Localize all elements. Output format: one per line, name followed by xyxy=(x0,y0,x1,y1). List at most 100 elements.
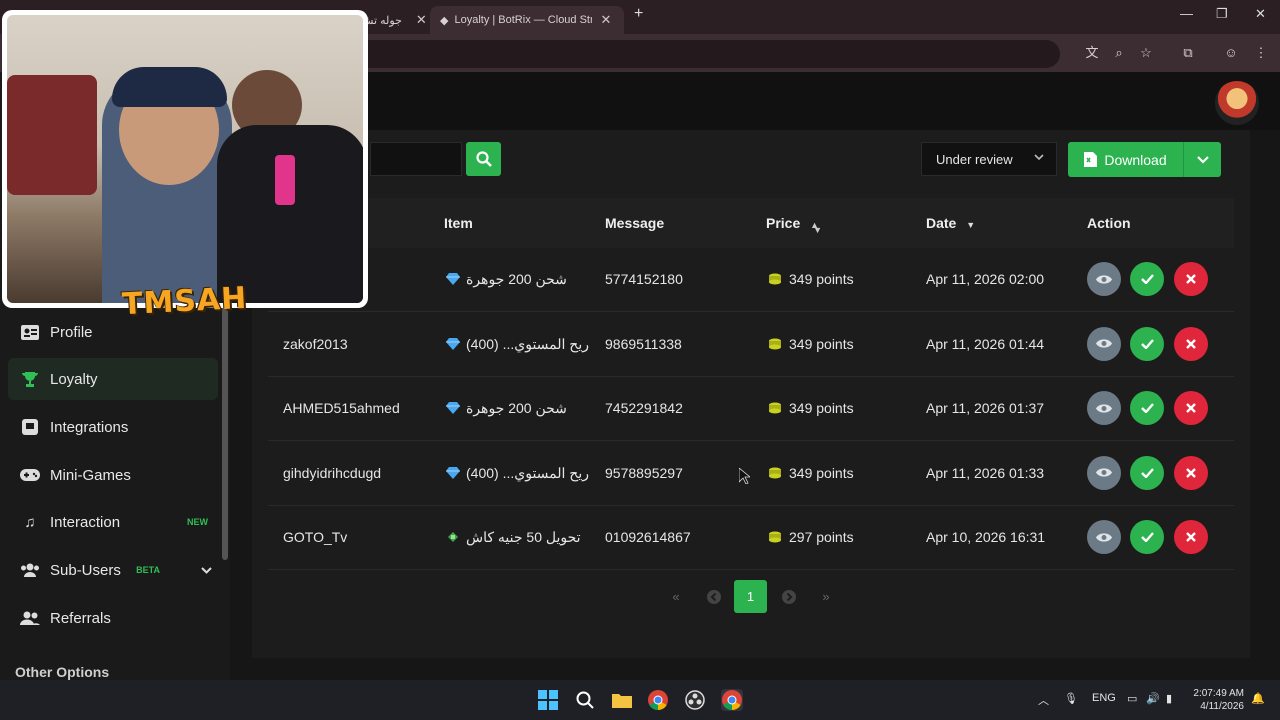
zoom-icon[interactable]: ⌕ xyxy=(1110,44,1128,62)
tmsah-logo: TMSAH xyxy=(121,280,249,323)
view-button[interactable] xyxy=(1087,455,1121,490)
new-tab-icon[interactable]: + xyxy=(634,5,643,23)
column-header-price[interactable]: Price ▲▼ xyxy=(766,215,828,235)
check-icon xyxy=(1140,403,1154,413)
sidebar-item-label: Sub-Users xyxy=(50,561,121,579)
cell-price-text: 349 points xyxy=(789,464,854,481)
sidebar-item-mini-games[interactable]: Mini-Games xyxy=(8,454,218,496)
profile-icon[interactable]: ☺ xyxy=(1222,44,1240,62)
cell-date-text: Apr 11, 2026 01:33 xyxy=(926,464,1045,481)
view-button[interactable] xyxy=(1087,262,1121,296)
eye-icon xyxy=(1096,468,1112,477)
view-button[interactable] xyxy=(1087,391,1121,425)
view-button[interactable] xyxy=(1087,520,1121,554)
tray-chevron-up-icon[interactable]: ︿ xyxy=(1038,692,1049,708)
new-badge: NEW xyxy=(187,517,208,527)
sidebar-item-label: Interaction xyxy=(50,513,121,531)
user-avatar[interactable] xyxy=(1215,81,1259,125)
file-explorer-icon[interactable] xyxy=(611,689,633,711)
x-icon xyxy=(1186,467,1196,478)
gem-icon xyxy=(446,273,460,285)
user-group-icon xyxy=(20,609,40,627)
maximize-icon[interactable]: ❐ xyxy=(1216,6,1228,22)
prev-page-button[interactable] xyxy=(704,580,724,613)
sidebar-item-loyalty[interactable]: Loyalty xyxy=(8,358,218,400)
browser-tab-inactive[interactable]: جوله تش ✕ xyxy=(360,6,427,34)
reject-button[interactable] xyxy=(1174,455,1208,490)
coins-icon xyxy=(769,531,781,543)
sort-icon: ▲▼ xyxy=(810,220,822,235)
chevron-down-icon[interactable] xyxy=(201,562,212,579)
menu-icon[interactable]: ⋮ xyxy=(1252,44,1270,62)
reject-button[interactable] xyxy=(1174,520,1208,554)
approve-button[interactable] xyxy=(1130,520,1164,554)
notification-bell-icon[interactable]: 🔔 xyxy=(1251,692,1265,705)
sidebar-item-label: Profile xyxy=(50,323,93,341)
cell-price: 349 points xyxy=(768,271,854,287)
last-page-button[interactable]: » xyxy=(816,580,836,613)
cell-price: 349 points xyxy=(768,465,854,481)
minimize-icon[interactable]: — xyxy=(1180,6,1193,21)
approve-button[interactable] xyxy=(1130,262,1164,296)
cell-item: شحن 200 جوهرة xyxy=(446,271,567,288)
view-button[interactable] xyxy=(1087,326,1121,361)
reject-button[interactable] xyxy=(1174,391,1208,425)
extensions-icon[interactable]: ⧉ xyxy=(1179,44,1197,62)
trophy-icon xyxy=(20,370,40,388)
network-icon[interactable]: ▭ xyxy=(1127,692,1137,705)
chevron-down-icon xyxy=(1196,155,1209,164)
tab-title: Loyalty | BotRix — Cloud Strean xyxy=(454,14,593,26)
volume-icon[interactable]: 🔊 xyxy=(1146,692,1160,705)
column-header-price-label: Price xyxy=(766,215,801,231)
reject-button[interactable] xyxy=(1174,262,1208,296)
sidebar-item-sub-users[interactable]: Sub-Users BETA xyxy=(8,549,218,591)
sidebar-item-referrals[interactable]: Referrals xyxy=(8,597,218,639)
cell-price-text: 297 points xyxy=(789,529,854,545)
clock[interactable]: 2:07:49 AM 4/11/2026 xyxy=(1192,687,1244,713)
first-page-button[interactable]: « xyxy=(666,580,686,613)
cell-user-text: GOTO_Tv xyxy=(283,529,348,545)
reject-button[interactable] xyxy=(1174,326,1208,361)
translate-icon[interactable]: 文 xyxy=(1083,44,1101,62)
microphone-icon[interactable]: 🎙 xyxy=(1064,692,1078,705)
close-tab-icon[interactable]: ✕ xyxy=(600,12,611,28)
search-icon[interactable] xyxy=(574,689,596,711)
excel-file-icon xyxy=(1084,152,1098,167)
cell-user: zakof2013 xyxy=(283,336,348,352)
close-window-icon[interactable]: ✕ xyxy=(1255,6,1266,22)
chrome-active-icon[interactable] xyxy=(721,689,743,711)
approve-button[interactable] xyxy=(1130,391,1164,425)
cell-date: Apr 11, 2026 01:37 xyxy=(926,400,1044,416)
search-input[interactable] xyxy=(370,142,462,176)
search-button[interactable] xyxy=(466,142,501,176)
sidebar-item-integrations[interactable]: Integrations xyxy=(8,406,218,448)
cell-message-text: 9578895297 xyxy=(605,464,683,481)
url-input[interactable] xyxy=(330,40,1060,68)
column-header-date[interactable]: Date ▼ xyxy=(926,215,975,231)
chrome-icon[interactable] xyxy=(647,689,669,711)
page-button-current[interactable]: 1 xyxy=(734,580,767,613)
close-tab-icon[interactable]: ✕ xyxy=(416,12,427,28)
sidebar-scrollbar[interactable] xyxy=(222,300,228,560)
browser-tab-active[interactable]: ◆ Loyalty | BotRix — Cloud Strean ✕ xyxy=(430,6,624,34)
language-indicator[interactable]: ENG xyxy=(1092,692,1116,704)
cell-date-text: Apr 10, 2026 16:31 xyxy=(926,529,1046,545)
windows-start-icon[interactable] xyxy=(537,689,559,711)
obs-icon[interactable] xyxy=(684,689,706,711)
x-icon xyxy=(1186,403,1196,413)
cell-user: AHMED515ahmed xyxy=(283,400,400,416)
next-page-button[interactable] xyxy=(779,580,799,613)
eye-icon xyxy=(1096,339,1112,348)
eye-icon xyxy=(1096,532,1112,542)
sidebar-item-label: Referrals xyxy=(50,609,111,627)
status-filter-select[interactable]: Under review xyxy=(921,142,1057,176)
approve-button[interactable] xyxy=(1130,455,1164,490)
battery-icon[interactable]: ▮ xyxy=(1166,692,1172,705)
download-button[interactable]: Download xyxy=(1068,142,1183,177)
sidebar-item-interaction[interactable]: ♫ Interaction NEW xyxy=(8,501,218,543)
cell-price-text: 349 points xyxy=(789,335,854,352)
download-options-dropdown[interactable] xyxy=(1183,142,1221,177)
cell-item-text: تحويل 50 جنيه كاش xyxy=(466,529,581,545)
approve-button[interactable] xyxy=(1130,326,1164,361)
bookmark-star-icon[interactable]: ☆ xyxy=(1137,44,1155,62)
